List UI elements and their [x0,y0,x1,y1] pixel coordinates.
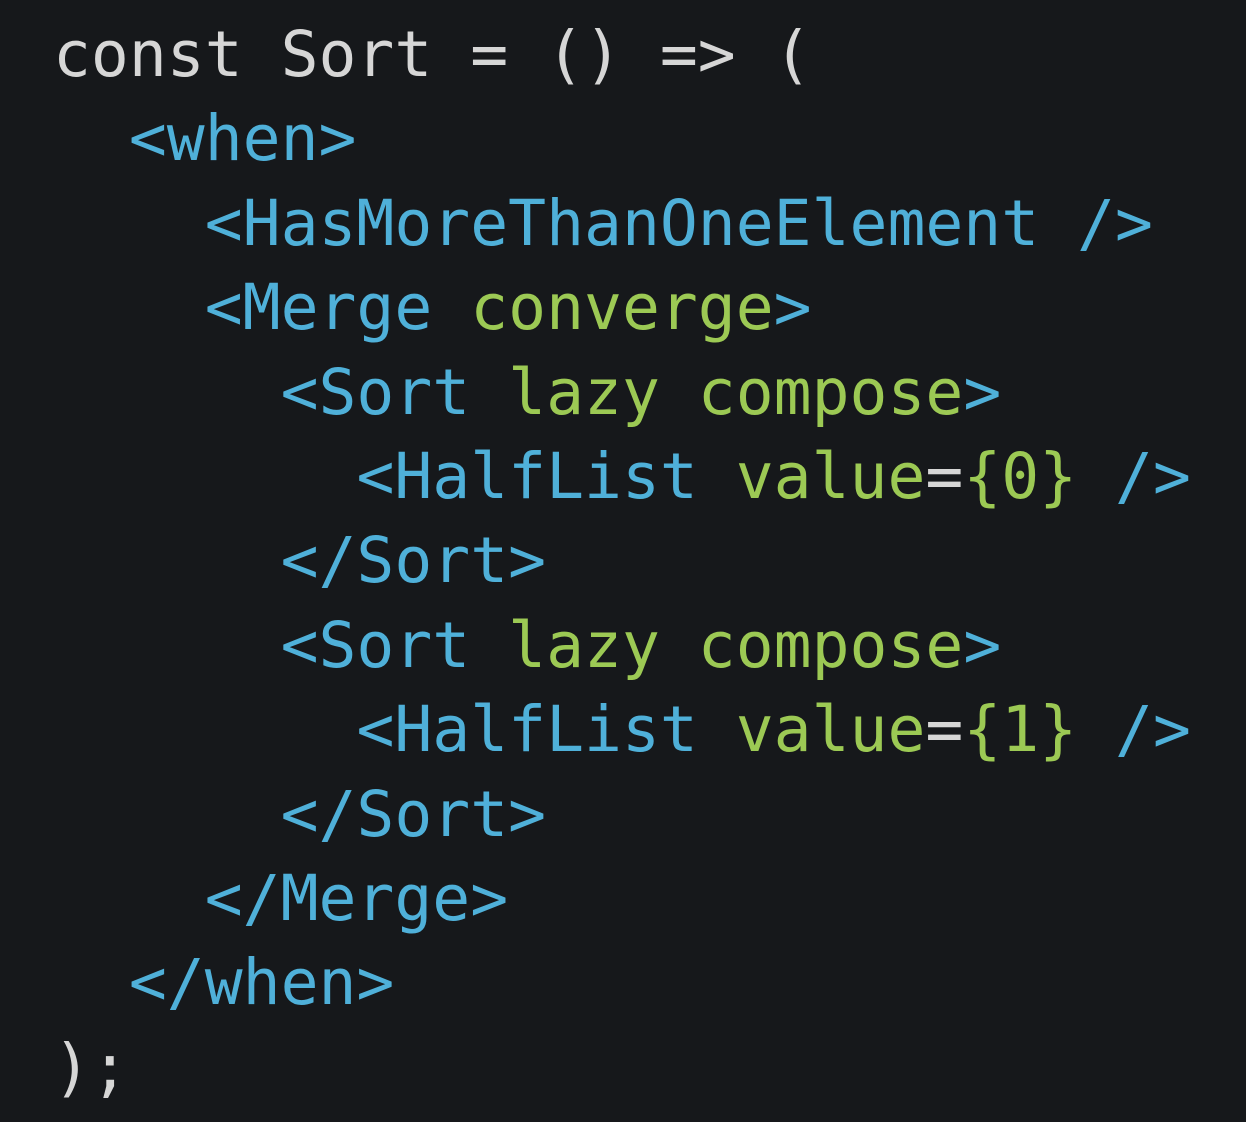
code-token-tag: <HalfList [356,439,736,513]
code-line: const Sort = () => ( [53,13,1246,97]
code-block: const Sort = () => ( <when> <HasMoreThan… [53,13,1246,1110]
code-line: </Sort> [53,519,1246,603]
code-line: ); [53,1026,1246,1110]
code-line: </Merge> [53,857,1246,941]
code-token-tag: </Sort> [280,524,547,598]
code-token-plain: ); [53,1030,129,1104]
code-token-attr: lazy compose [508,608,964,682]
code-token-tag: <when> [128,102,357,176]
code-token-attr: value [735,439,926,513]
code-line: <Merge converge> [53,266,1246,350]
code-editor[interactable]: const Sort = () => ( <when> <HasMoreThan… [0,0,1246,1122]
code-token-tag: <HalfList [356,693,736,767]
code-token-tag: > [963,355,1002,429]
code-token-plain: = [925,693,964,767]
code-token-plain: = [925,439,964,513]
code-token-tag: <HasMoreThanOneElement /> [204,186,1153,260]
code-token-tag: </when> [128,946,395,1020]
code-token-tag: <Merge [204,271,471,345]
code-token-tag: </Sort> [280,777,547,851]
code-line: </when> [53,941,1246,1025]
code-token-plain: const Sort = () => ( [53,18,812,91]
code-line: </Sort> [53,773,1246,857]
code-token-tag: > [963,608,1002,682]
code-token-tag: /> [1077,439,1191,513]
code-token-attr: lazy compose [508,355,964,429]
code-token-attr: converge [470,271,774,345]
code-line: <when> [53,97,1246,181]
code-token-tag: <Sort [280,608,509,682]
code-line: <Sort lazy compose> [53,351,1246,435]
code-token-tag: > [773,271,812,345]
code-token-tag: <Sort [280,355,509,429]
code-line: <HasMoreThanOneElement /> [53,182,1246,266]
code-token-tag: </Merge> [204,861,509,935]
code-token-tag: /> [1077,693,1191,767]
code-line: <Sort lazy compose> [53,604,1246,688]
code-line: <HalfList value={0} /> [53,435,1246,519]
code-token-attr: {1} [963,693,1078,767]
code-line: <HalfList value={1} /> [53,688,1246,772]
code-token-attr: {0} [963,439,1078,513]
code-token-attr: value [735,693,926,767]
